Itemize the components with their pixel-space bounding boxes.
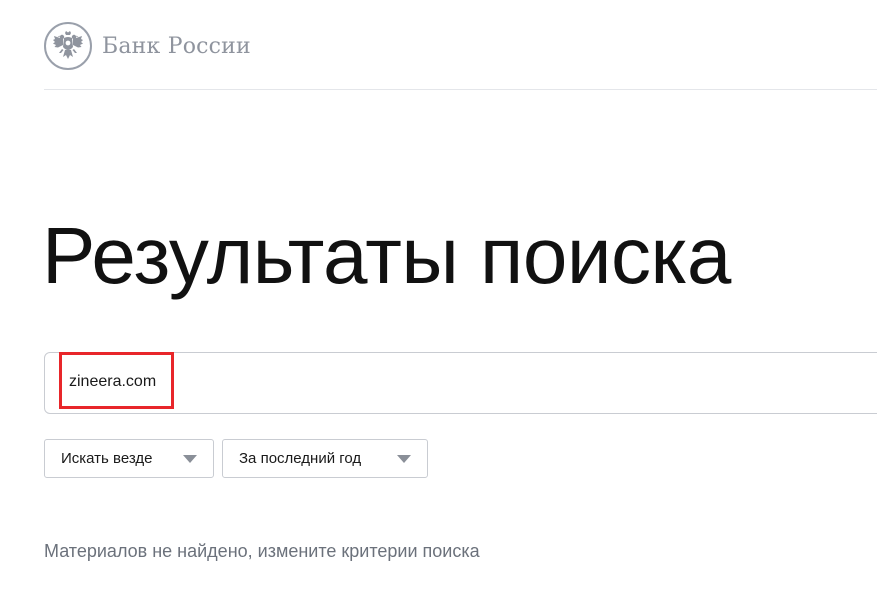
site-header: Банк России (44, 22, 251, 70)
search-input[interactable] (69, 373, 469, 391)
bank-logo-link[interactable] (44, 22, 92, 70)
logo-text[interactable]: Банк России (102, 34, 251, 59)
search-scope-label: Искать везде (61, 450, 153, 467)
search-period-select[interactable]: За последний год (222, 439, 428, 478)
chevron-down-icon (183, 454, 197, 463)
search-filters: Искать везде За последний год (44, 439, 428, 478)
header-divider (44, 89, 877, 90)
search-scope-select[interactable]: Искать везде (44, 439, 214, 478)
page: Банк России Результаты поиска Искать вез… (0, 0, 877, 610)
no-results-message: Материалов не найдено, измените критерии… (44, 541, 480, 561)
chevron-down-icon (397, 454, 411, 463)
page-title: Результаты поиска (42, 211, 731, 300)
search-box[interactable] (44, 352, 877, 414)
double-headed-eagle-icon (53, 31, 83, 59)
search-period-label: За последний год (239, 450, 362, 467)
